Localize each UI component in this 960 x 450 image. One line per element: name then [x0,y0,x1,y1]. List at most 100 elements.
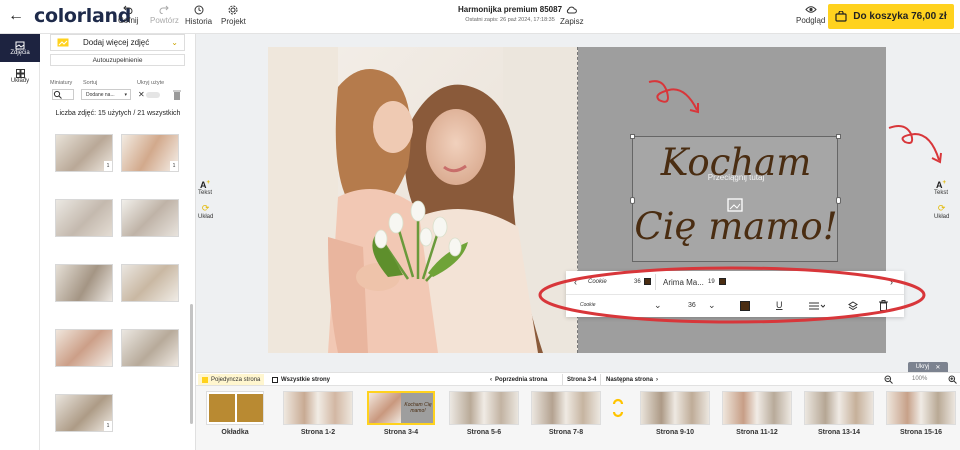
page-label: Okładka [221,429,249,436]
page-label: Strona 9-10 [655,429,695,436]
chevron-left-icon: ‹ [490,376,492,383]
annotation-arrow [888,125,942,164]
trash-icon[interactable] [173,90,181,100]
page-label: Strona 11-12 [736,429,778,436]
photo-thumbnail[interactable] [55,264,113,302]
undo-button[interactable]: Cofnij [118,5,138,25]
photo-thumbnail[interactable]: 1 [55,134,113,172]
right-layout-label: Układ [934,214,950,220]
single-spread-icon [202,376,208,383]
save-button[interactable]: Zapisz [560,5,584,26]
sort-value: Dodane na... [86,91,115,98]
left-text-label: Tekst [198,190,213,196]
preview-button[interactable]: Podgląd [796,5,825,25]
add-photo-icon [57,38,69,47]
layouts-icon [15,68,25,78]
page-label: Strona 5-6 [466,429,502,436]
page-thumb[interactable] [531,391,601,425]
page-thumb-cover[interactable] [206,391,264,425]
chevron-down-icon: ⌄ [171,38,178,47]
hide-pages-button[interactable]: Ukryj ✕ [908,362,948,372]
photo-thumbnail[interactable] [55,329,113,367]
back-button[interactable]: ← [8,7,24,25]
annotation-arrow [648,80,699,114]
prev-page-label: Poprzednia strona [495,376,548,383]
sort-select[interactable]: Dodane na... ▾ [81,89,131,100]
resize-handle-right[interactable] [836,197,841,204]
photo-thumbnail[interactable]: 1 [121,134,179,172]
zoom-level: 100% [912,376,928,382]
redo-label: Powtórz [150,16,179,25]
tab-single-spread[interactable]: Pojedyncza strona [198,374,265,385]
left-rail: Zdjęcia Układy [0,34,40,450]
left-layout-button[interactable]: ⟳ Układ [198,203,213,220]
close-icon: ✕ [138,90,145,99]
photo-thumbnail[interactable] [121,264,179,302]
active-thumb-text: Kocham Cię mamo! [401,393,433,423]
page-thumb[interactable] [804,391,874,425]
add-photos-button[interactable]: Dodaj więcej zdjęć ⌄ [50,34,185,51]
pages-navbar: Pojedyncza strona Wszystkie strony ‹ Pop… [196,372,960,386]
save-label: Zapisz [560,17,584,26]
page-label: Strona 15-16 [899,429,943,436]
project-button[interactable]: Projekt [221,5,246,26]
thumbnail-size-control[interactable] [52,89,74,100]
tab-all-pages[interactable]: Wszystkie strony [272,374,330,385]
photo-thumbnail[interactable] [121,199,179,237]
preview-label: Podgląd [796,16,826,25]
page-thumb[interactable] [722,391,792,425]
text-line-2[interactable]: Cię mamo! [633,205,839,249]
cart-icon [835,11,847,22]
page-thumb[interactable] [283,391,353,425]
text-icon: A+ [200,180,211,190]
redo-icon [160,5,170,14]
redo-button[interactable]: Powtórz [150,5,179,25]
page-thumb-active[interactable]: Kocham Cię mamo! [367,391,435,425]
annotation-ellipse [538,266,926,324]
page-thumb[interactable] [640,391,710,425]
rail-item-photos[interactable]: Zdjęcia [0,34,40,62]
colorland-logo[interactable]: colorland [34,5,131,27]
mother-daughter-photo[interactable] [268,47,578,353]
resize-handle-left[interactable] [630,197,635,204]
photos-panel: Dodaj więcej zdjęć ⌄ Autouzupełnienie Mi… [40,34,196,450]
undo-label: Cofnij [118,16,139,25]
page-thumb[interactable] [449,391,519,425]
left-add-text-button[interactable]: A+ Tekst [198,180,212,196]
hide-label: Ukryj [915,364,930,370]
corner-handle[interactable] [630,134,635,139]
cover-back [237,394,263,422]
current-page-indicator: Strona 3-4 [562,374,602,385]
text-frame[interactable]: Przeciągnij tutaj Kocham Cię mamo! [630,134,841,262]
add-to-cart-button[interactable]: Do koszyka 76,00 zł [828,4,954,29]
page-label: Strona 13-14 [817,429,861,436]
rail-item-layouts[interactable]: Układy [0,62,40,90]
autofill-button[interactable]: Autouzupełnienie [50,54,185,66]
photo-thumbnail[interactable] [55,199,113,237]
history-button[interactable]: Historia [185,5,212,26]
history-label: Historia [185,17,213,26]
swap-pages-icon[interactable] [612,394,624,422]
photos-icon [15,41,25,49]
hide-used-toggle[interactable] [146,92,160,98]
text-line-1[interactable]: Kocham [633,141,839,185]
corner-handle[interactable] [836,134,841,139]
next-page-button[interactable]: Następna strona › [606,374,658,385]
cover-front [209,394,235,422]
right-add-text-button[interactable]: A+ Tekst [934,180,948,196]
cart-label: Do koszyka 76,00 zł [853,11,947,22]
pages-strip: Okładka Strona 1-2 Kocham Cię mamo! Stro… [196,386,960,450]
page-thumb[interactable] [886,391,956,425]
thumbnails-label: Miniatury [50,80,73,86]
zoom-in-icon[interactable] [948,375,957,384]
photo-thumbnail[interactable] [121,329,179,367]
photo-usage-badge: 1 [104,421,112,431]
photo-usage-badge: 1 [104,161,112,171]
rail-photos-label: Zdjęcia [10,49,30,56]
panel-scrollbar[interactable] [190,304,193,424]
zoom-icon [53,90,62,99]
zoom-out-icon[interactable] [884,375,893,384]
prev-page-button[interactable]: ‹ Poprzednia strona [490,374,547,385]
right-layout-button[interactable]: ⟳ Układ [934,203,949,220]
photo-thumbnail[interactable]: 1 [55,394,113,432]
